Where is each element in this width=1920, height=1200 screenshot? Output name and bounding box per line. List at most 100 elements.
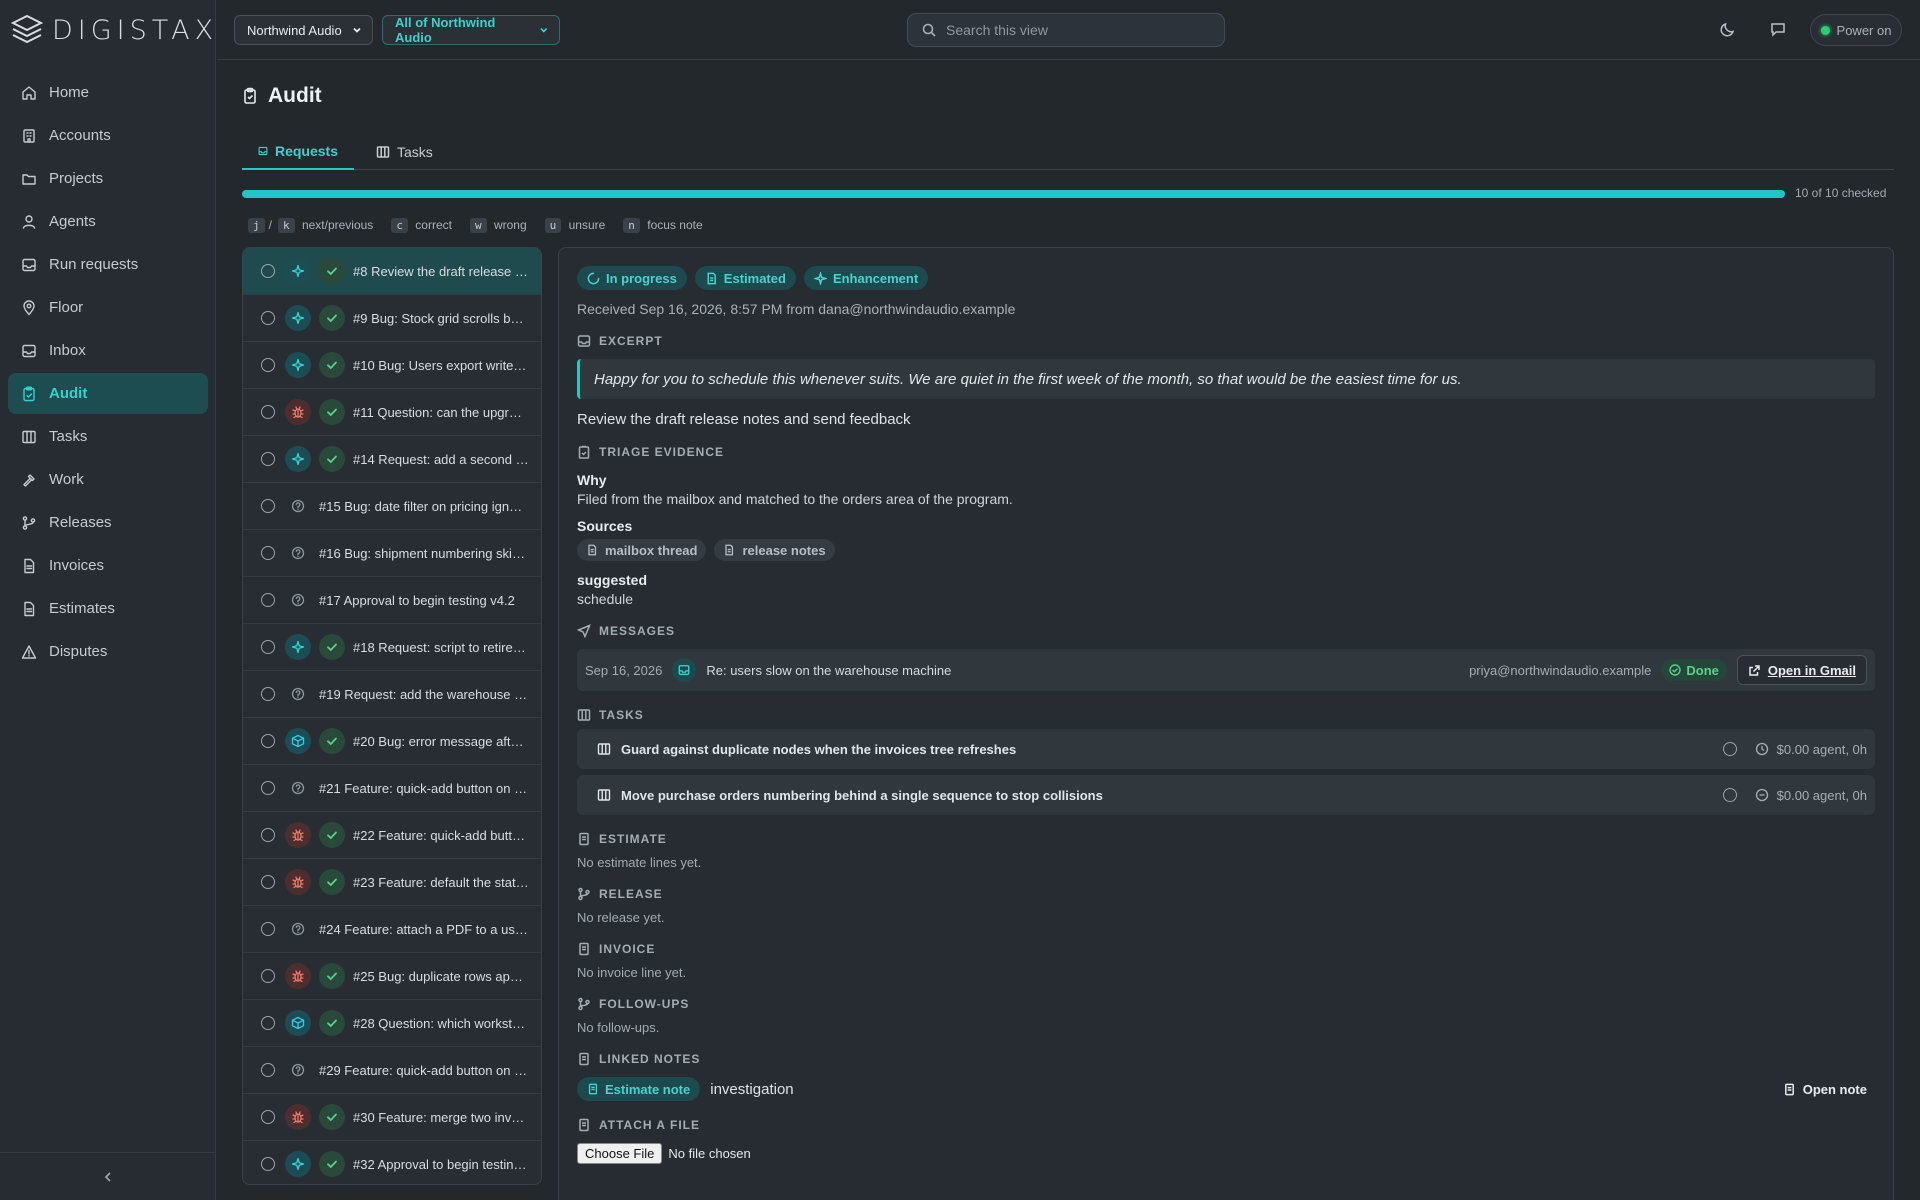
request-row[interactable]: #29 Feature: quick-add button on estimat… [243,1047,541,1094]
map-pin-icon [23,299,35,315]
request-row[interactable]: #21 Feature: quick-add button on orders [243,765,541,812]
row-select-radio[interactable] [261,311,275,325]
row-select-radio[interactable] [261,358,275,372]
task-row[interactable]: Move purchase orders numbering behind a … [577,775,1875,815]
sidebar-item-disputes[interactable]: Disputes [8,631,208,672]
request-row[interactable]: #17 Approval to begin testing v4.2 [243,577,541,624]
collapse-sidebar-button[interactable] [0,1152,216,1200]
request-title: #14 Request: add a second warehouse [353,451,541,467]
row-select-radio[interactable] [261,969,275,983]
task-row[interactable]: Guard against duplicate nodes when the i… [577,729,1875,769]
sidebar-item-estimates[interactable]: Estimates [8,588,208,629]
row-select-radio[interactable] [261,452,275,466]
row-select-radio[interactable] [261,640,275,654]
request-row[interactable]: #8 Review the draft release notes and se… [243,248,541,295]
row-select-radio[interactable] [261,499,275,513]
request-row[interactable]: #10 Bug: Users export writes wrong dates [243,342,541,389]
request-title: #22 Feature: quick-add button on invoice… [353,827,541,843]
task-list: Guard against duplicate nodes when the i… [577,729,1875,815]
tab-requests[interactable]: Requests [242,134,354,170]
request-row[interactable]: #18 Request: script to retire old accoun… [243,624,541,671]
row-select-radio[interactable] [261,828,275,842]
request-row[interactable]: #32 Approval to begin testing v4.3 [243,1141,541,1184]
row-select-radio[interactable] [261,546,275,560]
chat-button[interactable] [1769,20,1789,40]
row-select-radio[interactable] [261,405,275,419]
hint-label: next/previous [301,218,374,232]
source-chip[interactable]: release notes [714,539,835,561]
columns-icon [22,430,36,443]
sidebar-item-projects[interactable]: Projects [8,158,208,199]
open-in-gmail-button[interactable]: Open in Gmail [1736,655,1867,685]
row-select-radio[interactable] [261,593,275,607]
row-select-radio[interactable] [261,734,275,748]
source-chip[interactable]: mailbox thread [577,539,707,561]
request-row[interactable]: #14 Request: add a second warehouse [243,436,541,483]
tasks-heading: TASKS [577,707,1875,723]
task-select-radio[interactable] [1722,788,1737,802]
sidebar-item-tasks[interactable]: Tasks [8,416,208,457]
sidebar-item-invoices[interactable]: Invoices [8,545,208,586]
row-select-radio[interactable] [261,1157,275,1171]
chip-label: Enhancement [832,270,919,286]
file-input[interactable]: Choose File No file chosen [577,1143,1875,1164]
theme-toggle-button[interactable] [1719,20,1739,40]
request-row[interactable]: #28 Question: which workstation to use [243,1000,541,1047]
row-select-radio[interactable] [261,875,275,889]
power-toggle[interactable]: Power on [1810,14,1902,46]
search-placeholder: Search this view [946,22,1048,38]
request-row[interactable]: #19 Request: add the warehouse to report… [243,671,541,718]
row-select-radio[interactable] [261,1110,275,1124]
sidebar-item-releases[interactable]: Releases [8,502,208,543]
sidebar-item-inbox[interactable]: Inbox [8,330,208,371]
row-select-radio[interactable] [261,264,275,278]
tab-tasks[interactable]: Tasks [360,134,449,170]
logo[interactable]: DIGISTAX [10,12,218,48]
user-icon [22,214,36,229]
scope-select[interactable]: All of Northwind Audio [382,15,560,45]
columns-icon [597,789,611,801]
sidebar-item-label: Projects [49,170,104,187]
sidebar-item-home[interactable]: Home [8,72,208,113]
sidebar-item-floor[interactable]: Floor [8,287,208,328]
message-date: Sep 16, 2026 [585,662,663,678]
task-select-radio[interactable] [1722,742,1737,756]
search-input[interactable]: Search this view [907,13,1225,47]
message-row[interactable]: Sep 16, 2026 Re: users slow on the wareh… [577,649,1875,691]
row-select-radio[interactable] [261,781,275,795]
file-icon [1784,1083,1794,1095]
suggested-text: schedule [577,591,634,607]
request-title: #29 Feature: quick-add button on estimat… [319,1062,541,1078]
request-row[interactable]: #23 Feature: default the status field [243,859,541,906]
row-select-radio[interactable] [261,922,275,936]
row-select-radio[interactable] [261,687,275,701]
request-row[interactable]: #15 Bug: date filter on pricing ignores … [243,483,541,530]
sidebar-item-accounts[interactable]: Accounts [8,115,208,156]
request-row[interactable]: #22 Feature: quick-add button on invoice… [243,812,541,859]
sidebar-item-agents[interactable]: Agents [8,201,208,242]
open-in-gmail-label: Open in Gmail [1767,662,1856,678]
choose-file-button[interactable]: Choose File [577,1143,663,1164]
request-row[interactable]: #25 Bug: duplicate rows appear in export [243,953,541,1000]
sidebar-item-audit[interactable]: Audit [8,373,208,414]
power-status-dot [1820,25,1830,35]
request-row[interactable]: #11 Question: can the upgrade run overni… [243,389,541,436]
attach-file-heading: ATTACH A FILE [577,1117,1875,1133]
sidebar-item-run-requests[interactable]: Run requests [8,244,208,285]
request-row[interactable]: #30 Feature: merge two invoices [243,1094,541,1141]
row-select-radio[interactable] [261,1063,275,1077]
request-title: #16 Bug: shipment numbering skips values [319,545,541,561]
open-note-button[interactable]: Open note [1783,1082,1867,1097]
request-row[interactable]: #16 Bug: shipment numbering skips values [243,530,541,577]
inbox-icon [22,344,36,357]
sidebar-item-work[interactable]: Work [8,459,208,500]
request-title: #32 Approval to begin testing v4.3 [353,1156,541,1172]
suggested-label: suggested [577,572,648,588]
check-icon [319,352,345,378]
request-row[interactable]: #9 Bug: Stock grid scrolls back to top [243,295,541,342]
row-select-radio[interactable] [261,1016,275,1030]
request-row[interactable]: #20 Bug: error message after saving [243,718,541,765]
account-select[interactable]: Northwind Audio [234,15,373,45]
estimate-note-chip[interactable]: Estimate note [577,1077,701,1101]
request-row[interactable]: #24 Feature: attach a PDF to a user reco… [243,906,541,953]
